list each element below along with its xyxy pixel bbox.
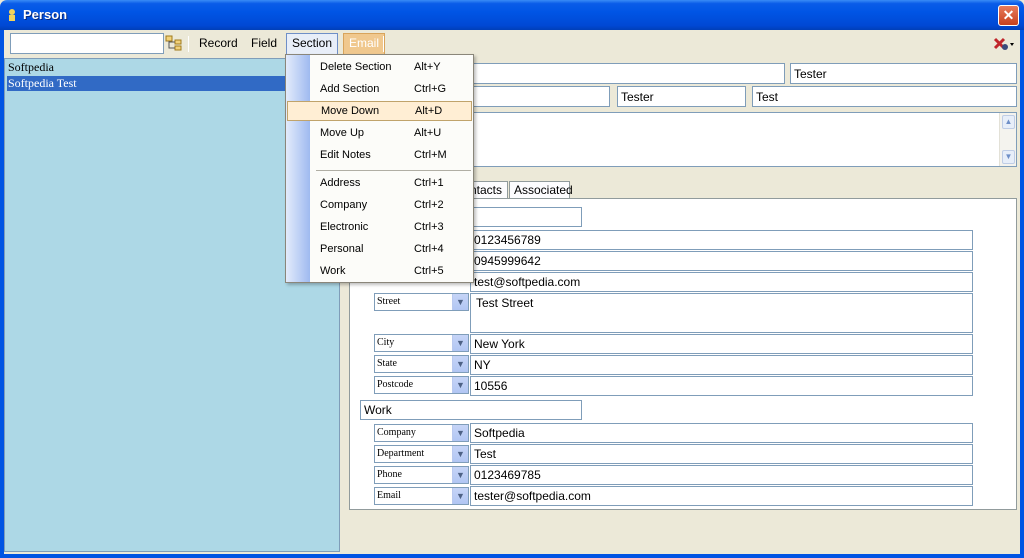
tree-view-icon[interactable]: [165, 34, 183, 52]
menu-item-add-section[interactable]: Add Section Ctrl+G: [287, 80, 472, 100]
dropdown-value: Street: [377, 296, 401, 307]
menu-item-label: Electronic: [320, 221, 369, 233]
field-type-dropdown[interactable]: State ▼: [374, 355, 469, 373]
menu-record[interactable]: Record: [193, 33, 244, 55]
contact-value-field[interactable]: [470, 272, 973, 292]
chevron-down-icon[interactable]: ▼: [452, 425, 468, 441]
field-type-dropdown[interactable]: Postcode ▼: [374, 376, 469, 394]
menu-item-label: Personal: [320, 243, 364, 255]
chevron-down-icon[interactable]: ▼: [452, 356, 468, 372]
menu-item-label: Add Section: [320, 83, 380, 95]
field-type-dropdown[interactable]: Street ▼: [374, 293, 469, 311]
menu-item-shortcut: Alt+Y: [414, 61, 441, 73]
menu-item-move-up[interactable]: Move Up Alt+U: [287, 124, 472, 144]
menu-item-shortcut: Ctrl+5: [414, 265, 444, 277]
toolbar-separator: [383, 36, 384, 52]
surname-field[interactable]: [790, 63, 1017, 84]
menu-item-label: Move Down: [321, 105, 380, 117]
menu-item-label: Delete Section: [320, 61, 392, 73]
window-frame-bottom: [0, 554, 1024, 558]
menu-item-shortcut: Ctrl+M: [414, 149, 447, 161]
menu-item-shortcut: Ctrl+1: [414, 177, 444, 189]
app-icon: [9, 9, 15, 21]
dropdown-value: Department: [377, 448, 425, 459]
field-type-dropdown[interactable]: Phone ▼: [374, 466, 469, 484]
menu-item-label: Move Up: [320, 127, 365, 139]
toolbar: Record Field Section Email: [4, 30, 1020, 57]
dropdown-value: Phone: [377, 469, 402, 480]
menu-separator: [316, 170, 471, 171]
state-field[interactable]: [470, 355, 973, 375]
field-type-dropdown[interactable]: Department ▼: [374, 445, 469, 463]
chevron-down-icon[interactable]: ▼: [452, 377, 468, 393]
menu-item-company[interactable]: Company Ctrl+2: [287, 196, 472, 216]
menu-item-address[interactable]: Address Ctrl+1: [287, 174, 472, 194]
close-button[interactable]: ✕: [998, 5, 1019, 26]
section-menu: Delete Section Alt+Y Add Section Ctrl+G …: [285, 54, 474, 283]
phone-field[interactable]: [470, 465, 973, 485]
contact-value-field[interactable]: [470, 251, 973, 271]
menu-item-delete-section[interactable]: Delete Section Alt+Y: [287, 58, 472, 78]
menu-item-shortcut: Alt+U: [414, 127, 442, 139]
company-field[interactable]: [470, 423, 973, 443]
menu-item-label: Edit Notes: [320, 149, 371, 161]
chevron-down-icon[interactable]: ▼: [452, 488, 468, 504]
city-field[interactable]: [470, 334, 973, 354]
menu-item-shortcut: Ctrl+2: [414, 199, 444, 211]
name-part-field[interactable]: [752, 86, 1017, 107]
menu-item-work[interactable]: Work Ctrl+5: [287, 262, 472, 282]
dropdown-value: City: [377, 337, 395, 348]
notes-scrollbar[interactable]: ▲ ▼: [999, 113, 1016, 166]
tools-dropdown-icon[interactable]: [992, 35, 1016, 53]
chevron-down-icon[interactable]: ▼: [452, 446, 468, 462]
contact-value-field[interactable]: [470, 230, 973, 250]
menu-item-shortcut: Alt+D: [415, 105, 443, 117]
email-field[interactable]: [470, 486, 973, 506]
menu-item-move-down[interactable]: Move Down Alt+D: [287, 101, 472, 121]
tab-associated[interactable]: Associated: [509, 181, 573, 199]
menu-item-label: Company: [320, 199, 368, 211]
dropdown-value: Email: [377, 490, 401, 501]
scroll-down-icon[interactable]: ▼: [1002, 150, 1015, 164]
chevron-down-icon[interactable]: ▼: [452, 467, 468, 483]
name-field[interactable]: [470, 63, 785, 84]
dropdown-value: Postcode: [377, 379, 414, 390]
department-field[interactable]: [470, 444, 973, 464]
name-part-field[interactable]: [617, 86, 746, 107]
toolbar-separator: [188, 36, 189, 52]
menu-item-electronic[interactable]: Electronic Ctrl+3: [287, 218, 472, 238]
field-type-dropdown[interactable]: Email ▼: [374, 487, 469, 505]
scroll-up-icon[interactable]: ▲: [1002, 115, 1015, 129]
title-bar: Person ✕: [0, 0, 1024, 30]
menu-item-shortcut: Ctrl+G: [414, 83, 447, 95]
dropdown-value: State: [377, 358, 397, 369]
menu-section[interactable]: Section: [286, 33, 339, 55]
dropdown-value: Company: [377, 427, 416, 438]
search-input[interactable]: [10, 33, 164, 54]
field-type-dropdown[interactable]: City ▼: [374, 334, 469, 352]
menu-email[interactable]: Email: [343, 33, 386, 55]
window-title: Person: [23, 7, 68, 22]
section-title-field[interactable]: [360, 400, 582, 420]
chevron-down-icon[interactable]: ▼: [452, 335, 468, 351]
menu-field[interactable]: Field: [245, 33, 283, 55]
menu-item-shortcut: Ctrl+4: [414, 243, 444, 255]
menu-item-label: Work: [320, 265, 346, 277]
window-frame-right: [1020, 30, 1024, 558]
menu-item-personal[interactable]: Personal Ctrl+4: [287, 240, 472, 260]
postcode-field[interactable]: [470, 376, 973, 396]
menu-item-label: Address: [320, 177, 361, 189]
menu-item-shortcut: Ctrl+3: [414, 221, 444, 233]
street-field[interactable]: Test Street: [470, 293, 973, 333]
section-title-field[interactable]: [470, 207, 582, 227]
field-type-dropdown[interactable]: Company ▼: [374, 424, 469, 442]
menu-item-edit-notes[interactable]: Edit Notes Ctrl+M: [287, 146, 472, 166]
name-part-field[interactable]: [470, 86, 610, 107]
chevron-down-icon[interactable]: ▼: [452, 294, 468, 310]
